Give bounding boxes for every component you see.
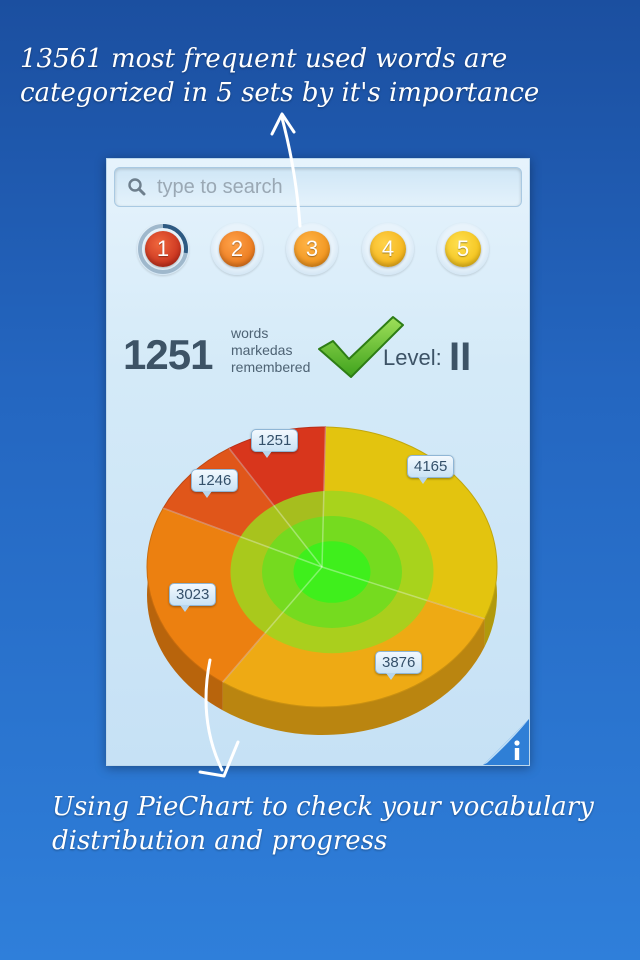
top-caption: 13561 most frequent used words are categ…	[20, 44, 540, 108]
pie-label-1251: 1251	[251, 429, 299, 458]
level-value: II	[449, 335, 472, 379]
level-1-button[interactable]: 1	[145, 231, 181, 267]
bottom-caption: Using PieChart to check your vocabulary …	[52, 792, 594, 856]
pie-label-3876: 3876	[375, 651, 423, 680]
level-4-button[interactable]: 4	[370, 231, 406, 267]
progress-summary: 1251 words markedas remembered Level: II	[107, 311, 529, 391]
pie-label-3023: 3023	[169, 583, 217, 612]
remembered-count: 1251	[123, 331, 213, 378]
level-1-ring: 1	[137, 223, 189, 275]
level-2-button[interactable]: 2	[219, 231, 255, 267]
level-label: Level:	[383, 345, 442, 370]
info-icon[interactable]	[483, 719, 529, 765]
level-4-ring: 4	[362, 223, 414, 275]
level-3-ring: 3	[286, 223, 338, 275]
search-input[interactable]	[155, 172, 509, 202]
level-5-ring: 5	[437, 223, 489, 275]
app-panel: 1 2 3 4 5 1251 words markedas remembered	[106, 158, 530, 766]
pie-label-4165: 4165	[407, 455, 455, 484]
search-bar[interactable]	[114, 167, 522, 207]
level-2-ring: 2	[211, 223, 263, 275]
search-icon	[128, 178, 146, 196]
level-5-button[interactable]: 5	[445, 231, 481, 267]
progress-ring-3	[293, 541, 371, 603]
level-selector: 1 2 3 4 5	[107, 223, 529, 277]
pie-label-1246: 1246	[191, 469, 239, 498]
level-3-button[interactable]: 3	[294, 231, 330, 267]
